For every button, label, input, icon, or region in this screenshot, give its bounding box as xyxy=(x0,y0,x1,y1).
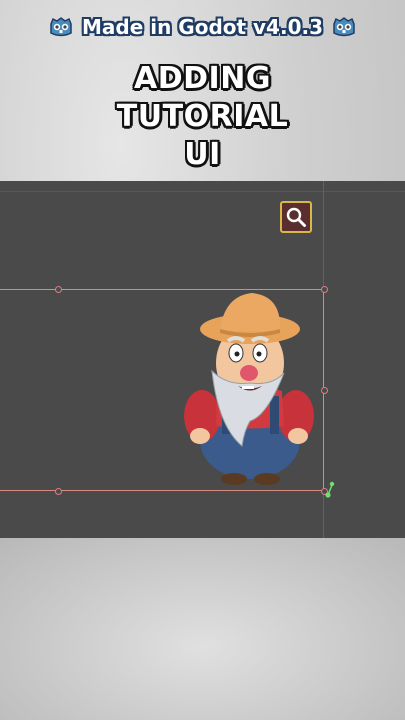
viewport-guide-horizontal xyxy=(0,191,405,192)
title-line-3: UI xyxy=(184,137,221,172)
handle-top-mid[interactable] xyxy=(55,286,62,293)
search-button[interactable] xyxy=(280,201,312,233)
made-in-godot-banner: Made in Godot v4.0.3 xyxy=(0,10,405,44)
pivot-handle-icon[interactable] xyxy=(322,481,336,499)
title-line-2: TUTORIAL xyxy=(116,99,289,134)
godot-logo-icon xyxy=(50,17,72,37)
banner-text: Made in Godot v4.0.3 xyxy=(81,15,323,39)
title-line-1: ADDING xyxy=(134,61,271,96)
godot-logo-icon xyxy=(333,17,355,37)
magnifier-icon xyxy=(286,207,306,227)
background-bottom xyxy=(0,538,405,720)
editor-viewport[interactable] xyxy=(0,181,405,538)
handle-bottom-mid[interactable] xyxy=(55,488,62,495)
video-title: ADDING TUTORIAL UI xyxy=(0,60,405,174)
old-farmer-character[interactable] xyxy=(172,291,324,491)
